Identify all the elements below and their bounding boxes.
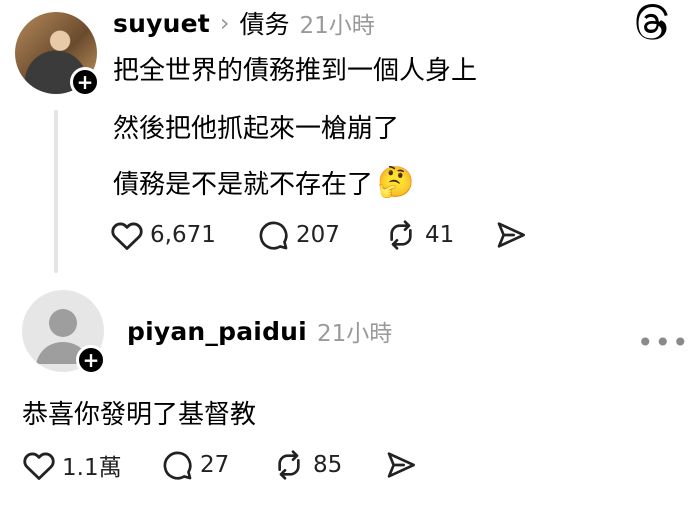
comment-icon	[163, 451, 192, 480]
follow-plus-icon[interactable]: +	[70, 67, 100, 97]
username[interactable]: piyan_paidui	[127, 317, 307, 346]
follow-plus-icon[interactable]: +	[76, 345, 106, 375]
timestamp: 21小時	[299, 13, 375, 39]
more-dots-icon[interactable]: •••	[637, 326, 690, 359]
reply-button[interactable]: 207	[256, 218, 340, 252]
chevron-right-icon: ›	[219, 9, 230, 37]
like-count: 1.1萬	[62, 455, 122, 481]
repost-count: 41	[425, 222, 455, 248]
reply-count: 27	[200, 452, 230, 478]
post-line-3-wrap: 債務是不是就不存在了 🤔	[113, 164, 414, 201]
heart-icon	[23, 452, 55, 480]
send-icon	[387, 452, 415, 478]
thinking-face-emoji: 🤔	[377, 165, 415, 200]
heart-icon	[111, 222, 143, 250]
post-line-3: 債務是不是就不存在了	[113, 170, 374, 200]
like-count: 6,671	[150, 222, 216, 248]
post-header: piyan_paidui 21小時	[127, 314, 392, 348]
like-button[interactable]: 1.1萬	[22, 448, 122, 482]
repost-icon	[278, 450, 300, 480]
repost-button[interactable]: 41	[383, 218, 454, 252]
share-button[interactable]	[384, 448, 418, 482]
share-button[interactable]	[494, 218, 528, 252]
post-line-1: 把全世界的債務推到一個人身上	[113, 56, 478, 86]
comment-icon	[259, 221, 288, 250]
like-button[interactable]: 6,671	[110, 218, 216, 252]
timestamp: 21小時	[316, 321, 393, 347]
repost-count: 85	[313, 452, 343, 478]
username[interactable]: suyuet	[113, 9, 210, 38]
threads-logo-icon[interactable]	[633, 4, 671, 42]
reply-button[interactable]: 27	[160, 448, 229, 482]
thread-connector-line	[54, 110, 58, 273]
reply-text: 恭喜你發明了基督教	[22, 400, 257, 430]
repost-icon	[390, 220, 412, 250]
repost-button[interactable]: 85	[271, 448, 342, 482]
send-icon	[497, 222, 525, 248]
topic-tag[interactable]: 債务	[240, 5, 290, 41]
post-line-2: 然後把他抓起來一槍崩了	[113, 114, 400, 144]
post-header: suyuet › 債务 21小時	[113, 6, 375, 40]
reply-count: 207	[296, 222, 340, 248]
